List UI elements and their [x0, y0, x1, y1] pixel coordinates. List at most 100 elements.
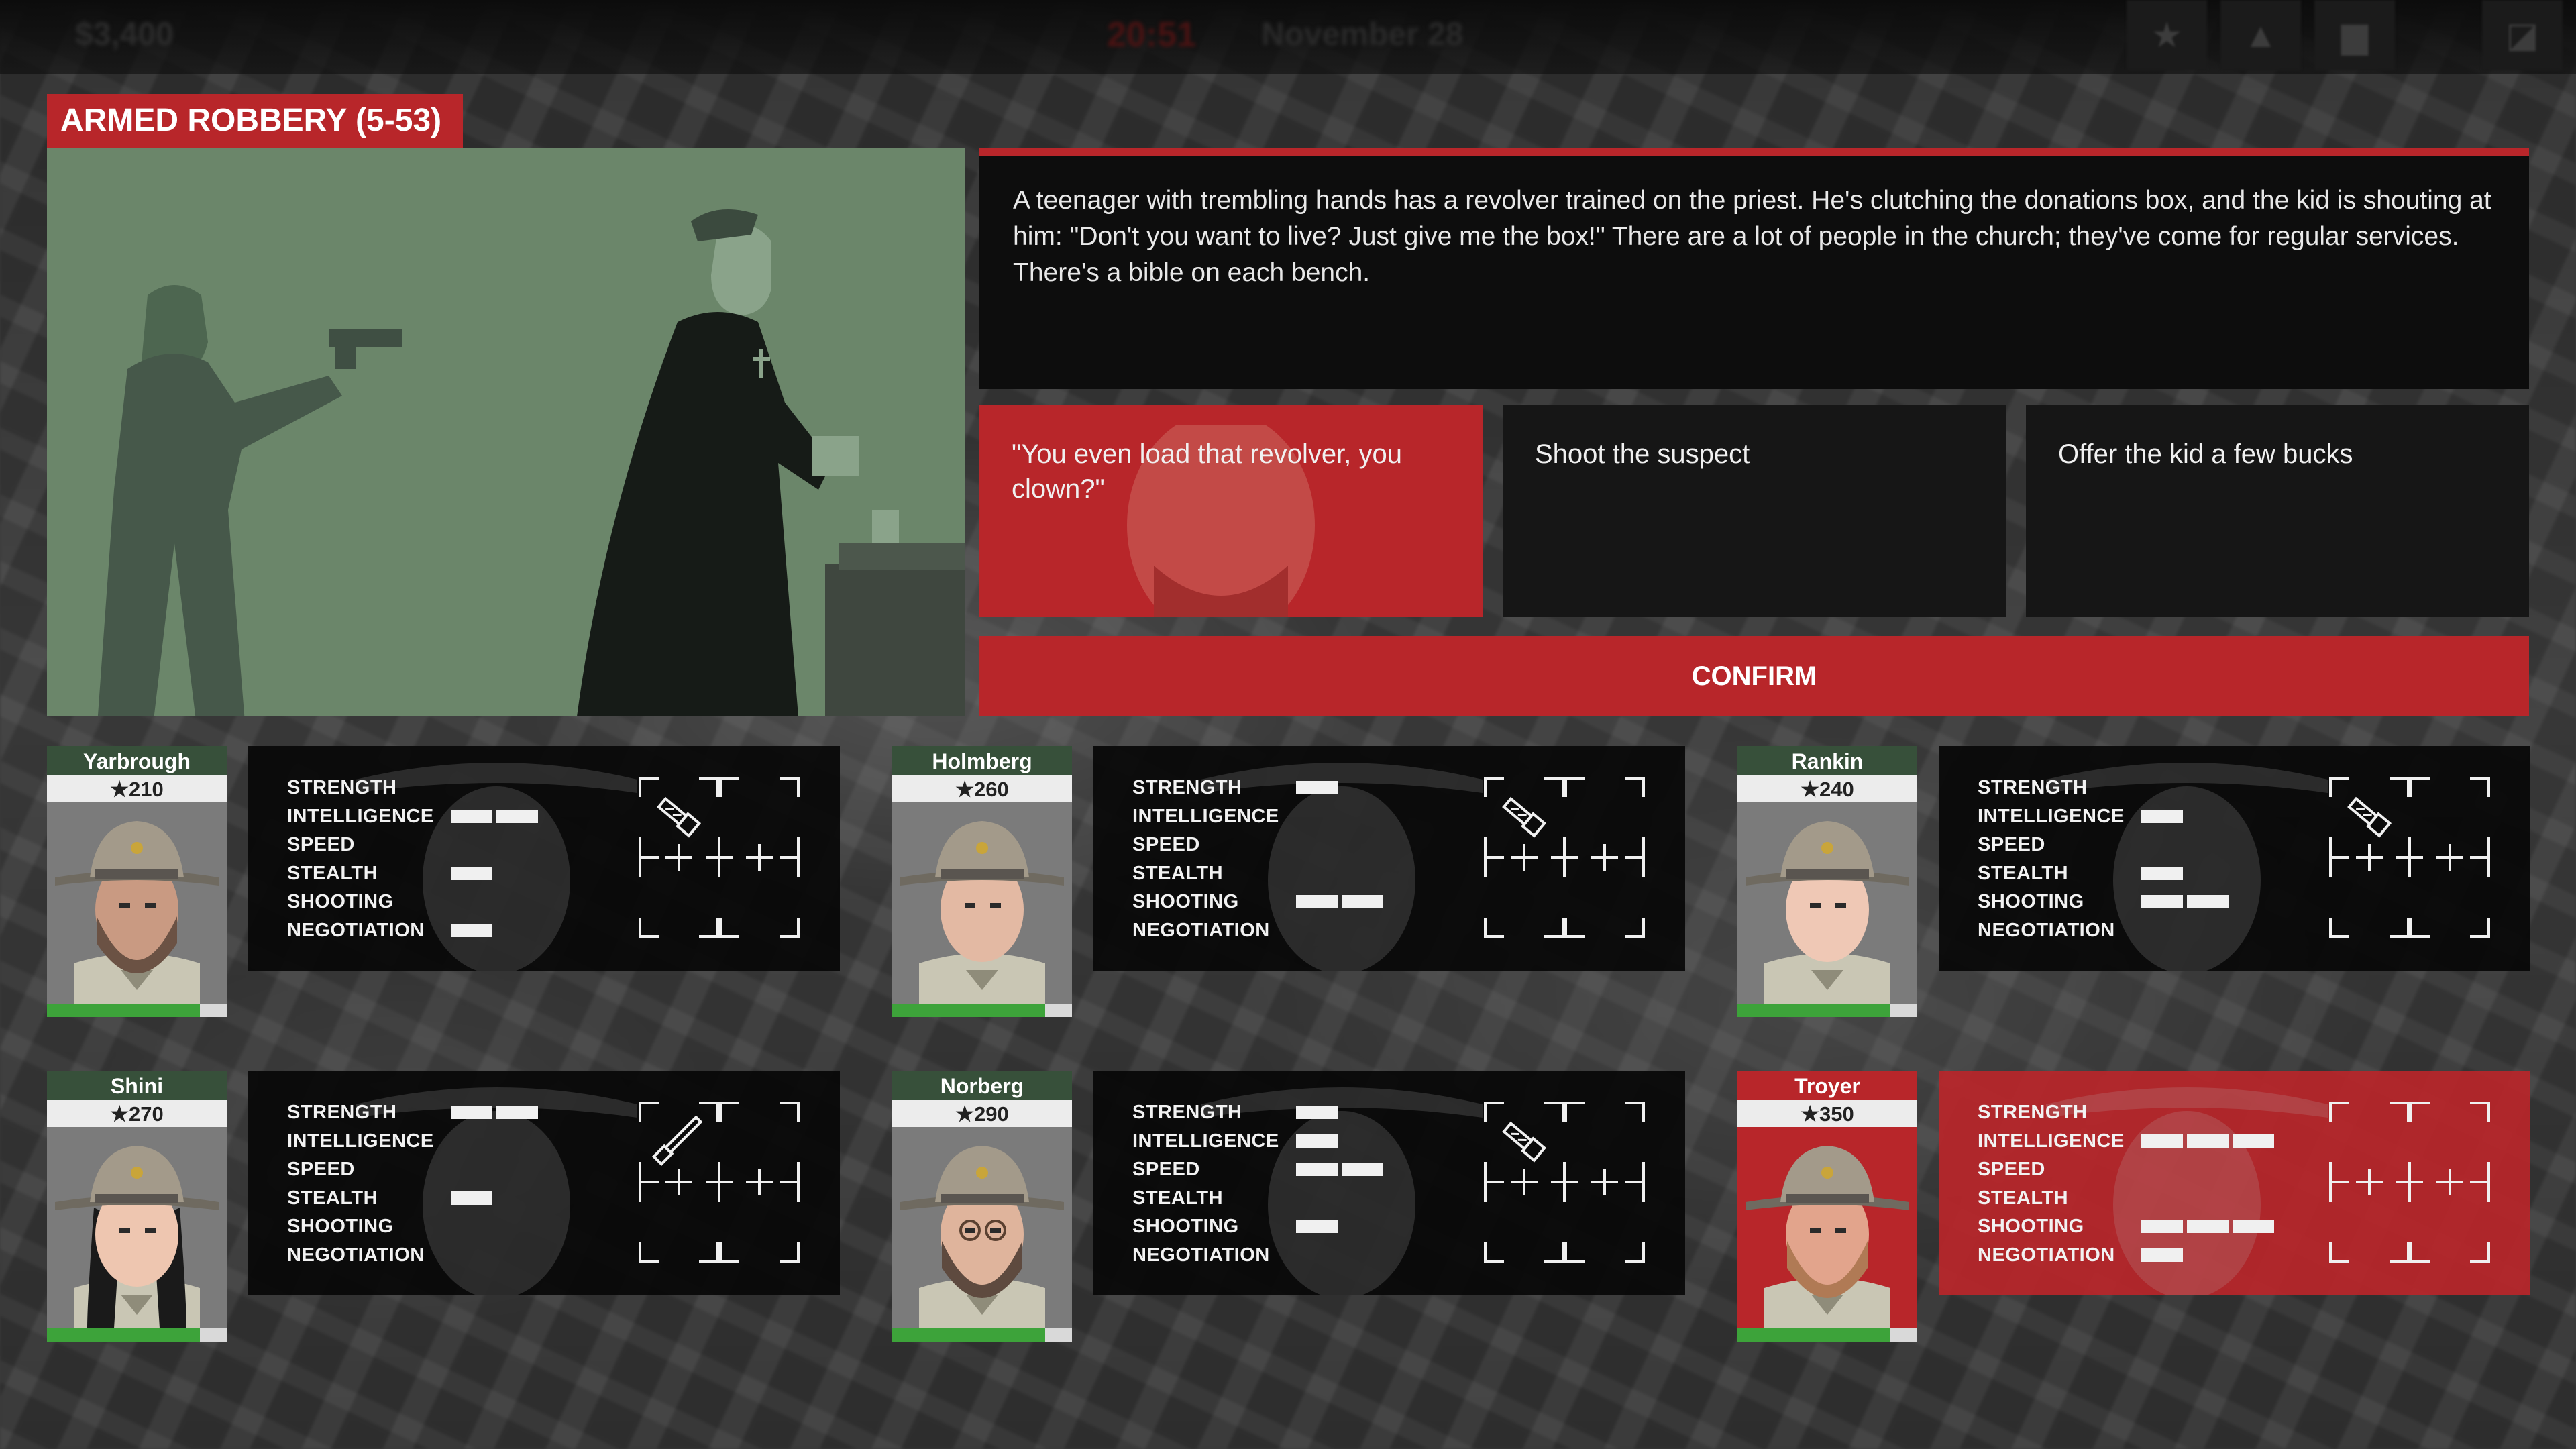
stat-pip	[2233, 1134, 2274, 1148]
officer-stats-panel: STRENGTH INTELLIGENCE SPEED STEALTH SHOOTING…	[248, 746, 840, 971]
dialogue-option-3[interactable]: Offer the kid a few bucks	[2026, 405, 2529, 617]
stat-bar-shooting	[1296, 895, 1383, 908]
stat-label-strength: STRENGTH	[287, 777, 397, 798]
star-button[interactable]: ★	[2127, 0, 2207, 70]
officer-portrait	[892, 802, 1072, 1004]
stat-pip	[1296, 1163, 1338, 1176]
stat-bar-negotiation	[451, 923, 492, 937]
stat-pip	[1342, 895, 1383, 908]
officer-portrait	[47, 802, 227, 1004]
stat-label-intelligence: INTELLIGENCE	[287, 805, 434, 827]
stat-label-shooting: SHOOTING	[1132, 891, 1239, 912]
stat-label-negotiation: NEGOTIATION	[1978, 919, 2115, 941]
officer-name: Yarbrough	[47, 746, 227, 775]
stat-label-speed: SPEED	[1978, 834, 2045, 855]
health-fill	[1737, 1328, 1890, 1342]
officer-card-norberg[interactable]: Norberg ★290	[892, 1071, 1072, 1342]
stat-label-shooting: SHOOTING	[287, 891, 394, 912]
stat-label-shooting: SHOOTING	[287, 1216, 394, 1237]
officer-portrait-art	[1737, 1127, 1917, 1328]
stat-bar-shooting	[2141, 895, 2229, 908]
stat-pip	[2187, 895, 2229, 908]
equipment-slot-grid[interactable]	[2329, 777, 2490, 938]
stat-bar-negotiation	[2141, 1248, 2183, 1262]
dialogue-option-2-label: Shoot the suspect	[1535, 439, 1750, 469]
dialogue-option-2[interactable]: Shoot the suspect	[1503, 405, 2006, 617]
stat-label-stealth: STEALTH	[1978, 862, 2069, 884]
stat-pip	[451, 809, 492, 823]
stat-label-strength: STRENGTH	[1132, 1102, 1242, 1123]
stat-pip	[2141, 895, 2183, 908]
equipment-slot-grid[interactable]	[639, 777, 800, 938]
officer-card-shini[interactable]: Shini ★270	[47, 1071, 227, 1342]
stat-label-stealth: STEALTH	[287, 862, 378, 884]
officer-card-troyer[interactable]: Troyer ★350	[1737, 1071, 1917, 1342]
officer-portrait	[892, 1127, 1072, 1328]
stat-bar-shooting	[2141, 1220, 2274, 1233]
confirm-button[interactable]: CONFIRM	[979, 636, 2529, 716]
money-readout: $3,400	[75, 17, 174, 52]
officer-stats-panel: STRENGTH INTELLIGENCE SPEED STEALTH SHOOTING…	[1939, 746, 2530, 971]
equipment-slot-grid[interactable]	[1484, 777, 1645, 938]
stat-label-intelligence: INTELLIGENCE	[1132, 805, 1279, 827]
menu-button[interactable]: ◪	[2482, 0, 2563, 70]
officer-card-rankin[interactable]: Rankin ★240	[1737, 746, 1917, 1017]
stat-pip	[2141, 1248, 2183, 1262]
stat-label-strength: STRENGTH	[1978, 1102, 2088, 1123]
officers-button[interactable]: ▲	[2220, 0, 2301, 70]
officer-stats-panel: STRENGTH INTELLIGENCE SPEED STEALTH SHOOTING…	[248, 1071, 840, 1295]
health-fill	[47, 1004, 200, 1017]
officer-stats-panel: STRENGTH INTELLIGENCE SPEED STEALTH SHOOTING…	[1939, 1071, 2530, 1295]
stat-pip	[2141, 866, 2183, 880]
stat-label-strength: STRENGTH	[287, 1102, 397, 1123]
stat-bar-shooting	[1296, 1220, 1338, 1233]
stat-label-stealth: STEALTH	[1132, 862, 1224, 884]
archive-button[interactable]: ▆	[2314, 0, 2395, 70]
stat-label-negotiation: NEGOTIATION	[1132, 919, 1270, 941]
stat-pip	[2141, 809, 2183, 823]
officer-card-yarbrough[interactable]: Yarbrough ★210	[47, 746, 227, 1017]
officer-card-holmberg[interactable]: Holmberg ★260	[892, 746, 1072, 1017]
stat-bar-stealth	[451, 866, 492, 880]
equipment-slot-grid[interactable]	[1484, 1102, 1645, 1263]
equipment-slot-grid[interactable]	[2329, 1102, 2490, 1263]
taser-icon	[657, 796, 702, 838]
officer-health-bar	[1737, 1004, 1917, 1017]
stat-label-strength: STRENGTH	[1132, 777, 1242, 798]
officer-portrait	[1737, 1127, 1917, 1328]
equipment-slots[interactable]	[2329, 1102, 2490, 1263]
stat-label-shooting: SHOOTING	[1132, 1216, 1239, 1237]
clock-readout: 20:51	[1107, 15, 1196, 54]
stat-label-stealth: STEALTH	[1978, 1187, 2069, 1209]
equipment-slots[interactable]	[639, 777, 800, 938]
equipment-slot-grid[interactable]	[639, 1102, 800, 1263]
robbery-scene-art	[97, 209, 965, 716]
stat-pip	[2187, 1134, 2229, 1148]
stat-label-speed: SPEED	[1132, 834, 1200, 855]
stat-pip	[451, 1191, 492, 1205]
equipment-slots[interactable]	[1484, 777, 1645, 938]
officer-stats-panel: STRENGTH INTELLIGENCE SPEED STEALTH SHOOTING…	[1093, 1071, 1685, 1295]
equipment-slots[interactable]	[2329, 777, 2490, 938]
stat-pip	[496, 1106, 538, 1119]
stat-label-intelligence: INTELLIGENCE	[1132, 1130, 1279, 1152]
stat-label-stealth: STEALTH	[287, 1187, 378, 1209]
stat-pip	[451, 866, 492, 880]
stat-pip	[1342, 1163, 1383, 1176]
taser-icon	[1502, 796, 1547, 838]
stat-pip	[1296, 781, 1338, 794]
officer-rank: ★350	[1737, 1100, 1917, 1127]
dialogue-option-1[interactable]: "You even load that revolver, you clown?…	[979, 405, 1483, 617]
stat-pip	[2141, 1220, 2183, 1233]
stat-bar-intelligence	[451, 809, 538, 823]
stat-pip	[451, 923, 492, 937]
equipment-slots[interactable]	[639, 1102, 800, 1263]
officer-portrait-art	[47, 1127, 227, 1328]
stat-label-speed: SPEED	[1132, 1159, 1200, 1180]
equipment-slots[interactable]	[1484, 1102, 1645, 1263]
stat-label-speed: SPEED	[1978, 1159, 2045, 1180]
officer-icon: ▲	[2243, 15, 2278, 55]
officer-name: Troyer	[1737, 1071, 1917, 1100]
officer-name: Shini	[47, 1071, 227, 1100]
stat-bar-stealth	[451, 1191, 492, 1205]
